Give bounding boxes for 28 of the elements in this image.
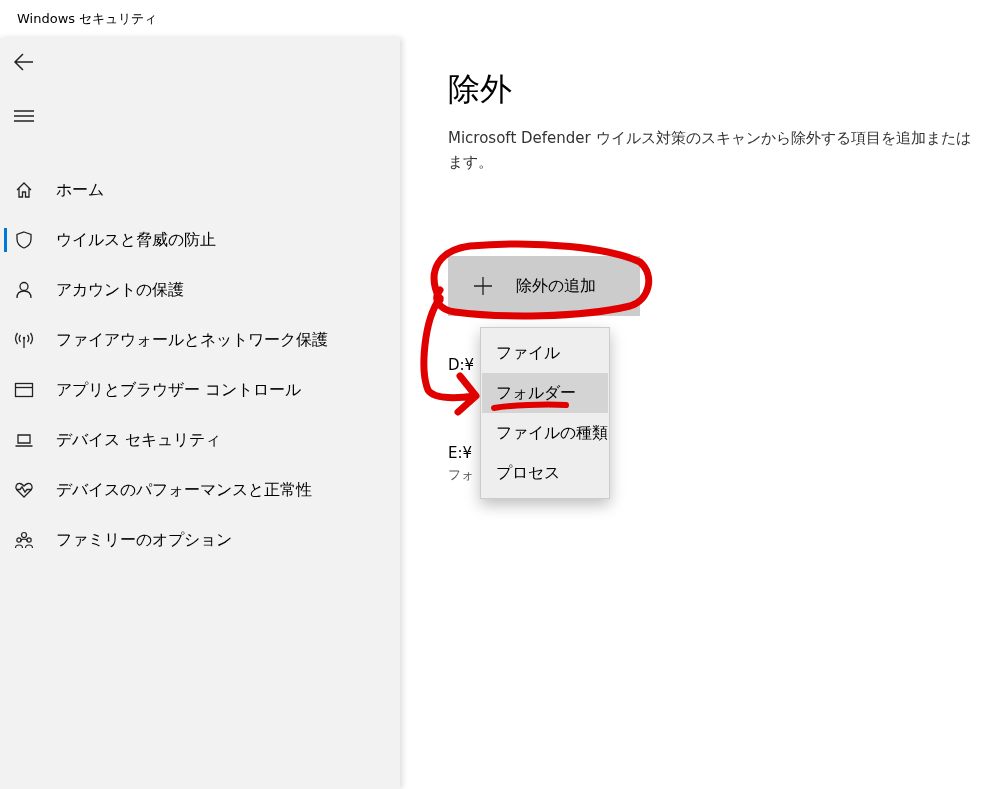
nav-item[interactable]: ファイアウォールとネットワーク保護	[0, 315, 400, 365]
family-icon	[14, 530, 34, 550]
menu-item[interactable]: ファイルの種類	[482, 413, 608, 453]
description-text: Microsoft Defender ウイルス対策のスキャンから除外する項目を追加または	[448, 128, 972, 149]
page-title: 除外	[448, 69, 513, 110]
menu-item[interactable]: プロセス	[482, 453, 608, 493]
nav-item[interactable]: ホーム	[0, 165, 400, 215]
exclusion-path[interactable]: E:¥	[448, 444, 473, 462]
heart-icon	[14, 480, 34, 500]
nav-item[interactable]: デバイスのパフォーマンスと正常性	[0, 465, 400, 515]
nav-item[interactable]: ウイルスと脅威の防止	[0, 215, 400, 265]
nav-item[interactable]: ファミリーのオプション	[0, 515, 400, 565]
person-icon	[14, 280, 34, 300]
nav-item[interactable]: アプリとブラウザー コントロール	[0, 365, 400, 415]
window-icon	[14, 380, 34, 400]
exclusion-path[interactable]: D:¥	[448, 356, 475, 374]
nav-item[interactable]: デバイス セキュリティ	[0, 415, 400, 465]
shield-icon	[14, 230, 34, 250]
menu-item[interactable]: フォルダー	[482, 373, 608, 413]
nav-item[interactable]: アカウントの保護	[0, 265, 400, 315]
antenna-icon	[14, 330, 34, 350]
home-icon	[14, 180, 34, 200]
exclusion-type: フォ	[448, 466, 474, 484]
add-exclusion-button[interactable]: 除外の追加	[448, 256, 640, 316]
menu-item[interactable]: ファイル	[482, 333, 608, 373]
window-title: Windows セキュリティ	[17, 10, 158, 28]
description-text: ます。	[448, 152, 494, 173]
plus-icon	[472, 275, 494, 297]
